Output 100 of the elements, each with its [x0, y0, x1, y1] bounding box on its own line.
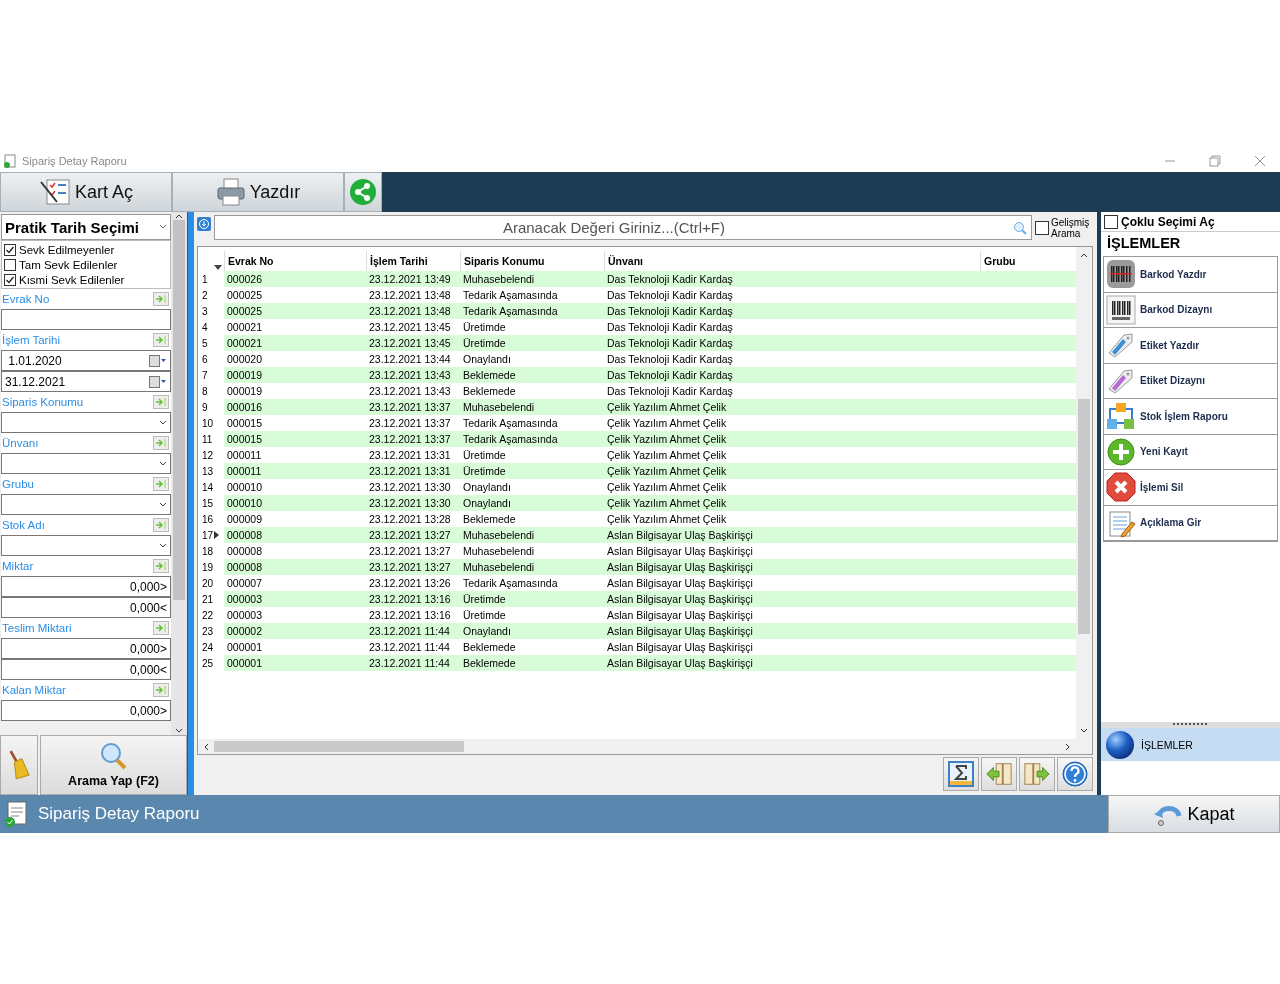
table-row[interactable]: 000020 23.12.2021 13:44 Onaylandı Das Teknoloji Kadir Kardaş [223, 351, 1076, 367]
table-row[interactable]: 000010 23.12.2021 13:30 Onaylandı Çelik Yazılım Ahmet Çelik [223, 495, 1076, 511]
table-row[interactable]: 000008 23.12.2021 13:27 Muhasebelendi Aslan Bilgisayar Ulaş Başkirişçi [223, 559, 1076, 575]
number-field[interactable]: 0,000> [1, 638, 171, 659]
table-cell: 23.12.2021 13:16 [368, 593, 451, 605]
dropdown-field[interactable] [1, 494, 171, 515]
dropdown-field[interactable] [1, 412, 171, 433]
scroll-up-icon[interactable] [1079, 251, 1088, 259]
table-row[interactable]: 000025 23.12.2021 13:48 Tedarik Aşamasında Das Teknoloji Kadir Kardaş [223, 303, 1076, 319]
table-row[interactable]: 000003 23.12.2021 13:16 Üretimde Aslan Bilgisayar Ulaş Başkirişçi [223, 607, 1076, 623]
scroll-down-icon[interactable] [1079, 727, 1088, 735]
scroll-right-icon[interactable] [1063, 742, 1072, 751]
table-cell: Üretimde [462, 337, 506, 349]
table-row[interactable]: 000008 23.12.2021 13:27 Muhasebelendi Aslan Bilgisayar Ulaş Başkirişçi [223, 543, 1076, 559]
help-button[interactable] [1056, 757, 1093, 791]
table-cell: 23.12.2021 13:48 [368, 289, 451, 301]
table-row[interactable]: 000003 23.12.2021 13:16 Üretimde Aslan Bilgisayar Ulaş Başkirişçi [223, 591, 1076, 607]
table-cell: Das Teknoloji Kadir Kardaş [606, 305, 733, 317]
table-row[interactable]: 000019 23.12.2021 13:43 Beklemede Das Teknoloji Kadir Kardaş [223, 367, 1076, 383]
table-cell: Muhasebelendi [462, 401, 535, 413]
chevron-down-icon[interactable] [159, 418, 167, 427]
date-field[interactable]: 31.12.2021 [1, 371, 171, 392]
table-row[interactable]: 000015 23.12.2021 13:37 Tedarik Aşamasında Çelik Yazılım Ahmet Çelik [223, 431, 1076, 447]
row-number: 5 [201, 337, 208, 349]
share-button[interactable] [344, 172, 382, 212]
table-cell: Muhasebelendi [462, 561, 535, 573]
table-row[interactable]: 000021 23.12.2021 13:45 Üretimde Das Teknoloji Kadir Kardaş [223, 335, 1076, 351]
window-title: Sipariş Detay Raporu [22, 155, 127, 167]
table-row[interactable]: 000002 23.12.2021 11:44 Onaylandı Aslan Bilgisayar Ulaş Başkirişçi [223, 623, 1076, 639]
search-button[interactable]: Arama Yap (F2) [40, 735, 187, 795]
dropdown-field[interactable] [1, 535, 171, 556]
chevron-down-icon[interactable] [159, 541, 167, 550]
table-cell: Çelik Yazılım Ahmet Çelik [606, 497, 727, 509]
scroll-up-icon[interactable] [175, 212, 183, 220]
table-row[interactable]: 000010 23.12.2021 13:30 Onaylandı Çelik Yazılım Ahmet Çelik [223, 479, 1076, 495]
number-field[interactable]: 0,000< [1, 597, 171, 618]
checkbox[interactable] [1034, 220, 1049, 235]
chevron-down-icon[interactable] [159, 459, 167, 468]
next-page-button[interactable] [1018, 757, 1055, 791]
table-row[interactable]: 000021 23.12.2021 13:45 Üretimde Das Teknoloji Kadir Kardaş [223, 319, 1076, 335]
scrollbar[interactable] [197, 739, 1092, 754]
table-row[interactable]: 000015 23.12.2021 13:37 Tedarik Aşamasında Çelik Yazılım Ahmet Çelik [223, 415, 1076, 431]
scrollbar[interactable] [1075, 247, 1092, 739]
checkbox-label: Çoklu Seçimi Aç [1120, 214, 1215, 229]
table-row[interactable]: 000016 23.12.2021 13:37 Muhasebelendi Çelik Yazılım Ahmet Çelik [223, 399, 1076, 415]
scrollbar[interactable] [171, 212, 187, 735]
open-card-button[interactable]: Kart Aç [0, 172, 172, 212]
table-cell: Aslan Bilgisayar Ulaş Başkirişçi [606, 657, 753, 669]
chevron-down-icon[interactable] [159, 223, 167, 231]
table-row[interactable]: 000011 23.12.2021 13:31 Üretimde Çelik Yazılım Ahmet Çelik [223, 447, 1076, 463]
row-number: 6 [201, 353, 208, 365]
close-icon[interactable] [1254, 155, 1266, 167]
action-button[interactable]: İşlemi Sil [1103, 470, 1277, 506]
sum-button[interactable] [942, 757, 979, 791]
help-icon [1060, 761, 1089, 787]
nav-group-item[interactable]: İŞLEMLER [1100, 728, 1280, 761]
number-field[interactable]: 0,000< [1, 659, 171, 680]
table-cell: Das Teknoloji Kadir Kardaş [606, 385, 733, 397]
table-row[interactable]: 000026 23.12.2021 13:49 Muhasebelendi Das Teknoloji Kadir Kardaş [223, 271, 1076, 287]
download-icon[interactable] [196, 217, 211, 231]
table-row[interactable]: 000009 23.12.2021 13:28 Beklemede Çelik Yazılım Ahmet Çelik [223, 511, 1076, 527]
action-button[interactable]: Barkod Dizaynı [1103, 292, 1277, 328]
sort-icon[interactable] [213, 265, 222, 271]
table-cell: 23.12.2021 13:43 [368, 385, 451, 397]
calendar-icon[interactable] [149, 354, 167, 367]
table-row[interactable]: 000001 23.12.2021 11:44 Beklemede Aslan Bilgisayar Ulaş Başkirişçi [223, 639, 1076, 655]
input-field[interactable] [1, 309, 171, 330]
table-row[interactable]: 000001 23.12.2021 11:44 Beklemede Aslan Bilgisayar Ulaş Başkirişçi [223, 655, 1076, 671]
field-label: Miktar [2, 560, 34, 572]
checkbox[interactable] [4, 258, 16, 271]
date-field[interactable]: 1.01.2020 [1, 350, 171, 371]
checkbox[interactable] [4, 243, 16, 256]
checkbox[interactable] [1103, 214, 1118, 229]
dropdown-field[interactable] [1, 453, 171, 474]
table-cell: Çelik Yazılım Ahmet Çelik [606, 481, 727, 493]
table-cell: Aslan Bilgisayar Ulaş Başkirişçi [606, 625, 753, 637]
table-cell: Üretimde [462, 593, 506, 605]
close-button[interactable]: Kapat [1108, 795, 1280, 833]
scroll-down-icon[interactable] [175, 727, 183, 735]
field-label: Grubu [2, 478, 34, 490]
action-button[interactable]: Barkod Yazdır [1103, 257, 1277, 293]
table-cell: Muhasebelendi [462, 529, 535, 541]
table-cell: Beklemede [462, 641, 516, 653]
print-button[interactable]: Yazdır [172, 172, 344, 212]
table-cell: 000019 [226, 369, 262, 381]
table-cell: 23.12.2021 13:37 [368, 417, 451, 429]
table-row[interactable]: 000007 23.12.2021 13:26 Tedarik Aşamasında Aslan Bilgisayar Ulaş Başkirişçi [223, 575, 1076, 591]
table-row[interactable]: 000011 23.12.2021 13:31 Üretimde Çelik Yazılım Ahmet Çelik [223, 463, 1076, 479]
number-field[interactable]: 0,000> [1, 576, 171, 597]
field-label: Evrak No [2, 293, 50, 305]
chevron-down-icon[interactable] [159, 500, 167, 509]
calendar-icon[interactable] [149, 375, 167, 388]
clear-button[interactable] [0, 735, 38, 795]
table-row[interactable]: 000008 23.12.2021 13:27 Muhasebelendi Aslan Bilgisayar Ulaş Başkirişçi [223, 527, 1076, 543]
date-preset-dropdown[interactable]: Pratik Tarih Seçimi [1, 214, 171, 240]
table-row[interactable]: 000025 23.12.2021 13:48 Tedarik Aşamasında Das Teknoloji Kadir Kardaş [223, 287, 1076, 303]
table-cell: 000025 [226, 289, 262, 301]
number-field[interactable]: 0,000> [1, 700, 171, 721]
checkbox[interactable] [4, 273, 16, 286]
table-row[interactable]: 000019 23.12.2021 13:43 Beklemede Das Teknoloji Kadir Kardaş [223, 383, 1076, 399]
